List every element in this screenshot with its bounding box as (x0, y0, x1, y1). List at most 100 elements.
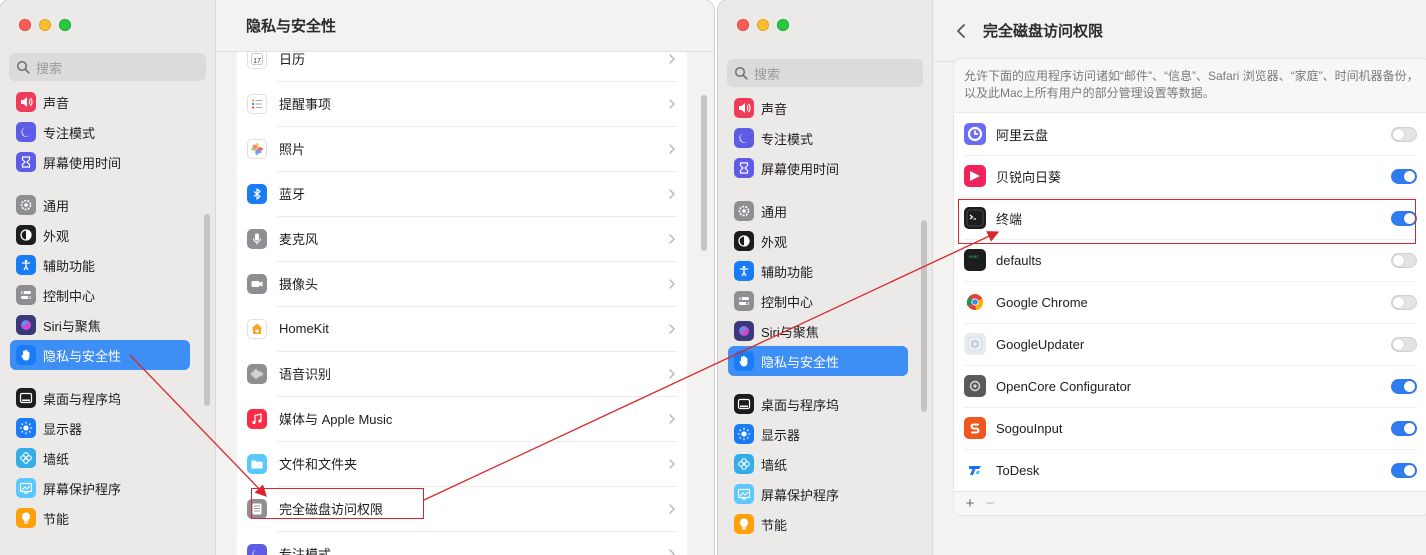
access-toggle[interactable] (1391, 252, 1417, 268)
sidebar-separator (10, 370, 190, 383)
sidebar-item-label: 墙纸 (43, 451, 70, 467)
app-row[interactable]: 阿里云盘 (954, 113, 1426, 155)
sidebar-item-label: 控制中心 (761, 294, 814, 310)
sidebar-item[interactable]: 屏幕使用时间 (728, 153, 908, 183)
row-label: 语音识别 (279, 367, 332, 382)
toggle-knob (1393, 128, 1404, 140)
access-toggle[interactable] (1391, 420, 1417, 436)
app-row[interactable]: exec defaults (954, 239, 1426, 281)
row-label: 摄像头 (279, 277, 319, 292)
zoom-button[interactable] (59, 19, 71, 31)
sidebar-item[interactable]: Siri与聚焦 (728, 316, 908, 346)
access-toggle[interactable] (1391, 210, 1417, 226)
sidebar-item[interactable]: 专注模式 (10, 117, 190, 147)
remove-button[interactable]: − (982, 495, 998, 512)
sidebar-item-label: 外观 (761, 234, 788, 250)
zoom-button[interactable] (777, 19, 789, 31)
privacy-list-row[interactable]: 麦克风 (237, 216, 687, 261)
main-scrollbar[interactable] (701, 95, 707, 251)
privacy-list-row[interactable]: 提醒事项 (237, 81, 687, 126)
sidebar-item-label: 墙纸 (761, 457, 788, 473)
privacy-list-row[interactable]: 完全磁盘访问权限 (237, 486, 687, 531)
sidebar-item[interactable]: 屏幕保护程序 (728, 479, 908, 509)
sidebar-item[interactable]: 声音 (728, 93, 908, 123)
access-toggle[interactable] (1391, 462, 1417, 478)
chevron-right-icon (669, 548, 675, 555)
search-field[interactable]: 搜索 (727, 59, 923, 87)
sidebar-item[interactable]: 屏幕使用时间 (10, 147, 190, 177)
row-label: 麦克风 (279, 232, 319, 247)
bluetooth-icon (247, 183, 267, 204)
sidebar-item[interactable]: 显示器 (10, 413, 190, 443)
sidebar-item[interactable]: 节能 (10, 503, 190, 533)
sidebar-item[interactable]: 墙纸 (728, 449, 908, 479)
sidebar-item[interactable]: 控制中心 (10, 280, 190, 310)
row-label: 媒体与 Apple Music (279, 412, 393, 427)
sidebar-item[interactable]: 墙纸 (10, 443, 190, 473)
app-name: 终端 (996, 211, 1023, 227)
privacy-list-row[interactable]: 媒体与 Apple Music (237, 396, 687, 441)
sidebar-item-label: 隐私与安全性 (761, 354, 840, 370)
sidebar-item[interactable]: 桌面与程序坞 (728, 389, 908, 419)
page-title: 隐私与安全性 (246, 18, 337, 35)
sidebar-item[interactable]: 辅助功能 (728, 256, 908, 286)
privacy-list-row[interactable]: 专注模式 (237, 531, 687, 555)
sidebar-item-label: 屏幕使用时间 (43, 155, 122, 171)
minimize-button[interactable] (757, 19, 769, 31)
add-button[interactable]: + (962, 495, 978, 512)
sidebar-scrollbar[interactable] (204, 214, 210, 406)
privacy-list-row[interactable]: 照片 (237, 126, 687, 171)
minimize-button[interactable] (39, 19, 51, 31)
siri-icon (734, 321, 754, 341)
back-button[interactable] (951, 21, 971, 41)
access-toggle[interactable] (1391, 294, 1417, 310)
add-remove-bar: + − (954, 491, 1426, 515)
sidebar-item[interactable]: 隐私与安全性 (10, 340, 190, 370)
gear-icon (734, 201, 754, 221)
sidebar-item[interactable]: 桌面与程序坞 (10, 383, 190, 413)
app-row[interactable]: GoogleUpdater (954, 323, 1426, 365)
sidebar-item[interactable]: 节能 (728, 509, 908, 539)
app-row[interactable]: Google Chrome (954, 281, 1426, 323)
privacy-list-row[interactable]: 语音识别 (237, 351, 687, 396)
sidebar-item[interactable]: 显示器 (728, 419, 908, 449)
sidebar-item[interactable]: 控制中心 (728, 286, 908, 316)
access-toggle[interactable] (1391, 378, 1417, 394)
access-toggle[interactable] (1391, 126, 1417, 142)
privacy-list-row[interactable]: 摄像头 (237, 261, 687, 306)
toolbar: 完全磁盘访问权限 (933, 0, 1426, 62)
row-label: 专注模式 (279, 547, 332, 555)
app-row[interactable]: ToDesk (954, 449, 1426, 491)
sidebar-item[interactable]: 通用 (10, 190, 190, 220)
app-name: 阿里云盘 (996, 127, 1049, 143)
privacy-list: 17 日历 提醒事项 照片 蓝牙 麦克风 摄像头 HomeKit 语音识别 媒体与 Apple M… (237, 36, 687, 555)
close-button[interactable] (19, 19, 31, 31)
sidebar-item[interactable]: 通用 (728, 196, 908, 226)
sidebar-item[interactable]: 外观 (728, 226, 908, 256)
sidebar-item[interactable]: 辅助功能 (10, 250, 190, 280)
close-button[interactable] (737, 19, 749, 31)
sidebar-item[interactable]: 外观 (10, 220, 190, 250)
sidebar-item[interactable]: 屏幕保护程序 (10, 473, 190, 503)
sidebar-scrollbar[interactable] (921, 220, 927, 412)
accessibility-icon (16, 255, 36, 275)
access-toggle[interactable] (1391, 336, 1417, 352)
app-row[interactable]: 终端 (954, 197, 1426, 239)
app-name: defaults (996, 252, 1042, 268)
access-toggle[interactable] (1391, 168, 1417, 184)
app-row[interactable]: SogouInput (954, 407, 1426, 449)
sidebar-item[interactable]: 专注模式 (728, 123, 908, 153)
row-label: HomeKit (279, 321, 329, 336)
app-row[interactable]: OpenCore Configurator (954, 365, 1426, 407)
sidebar-item[interactable]: 声音 (10, 87, 190, 117)
app-row[interactable]: 贝锐向日葵 (954, 155, 1426, 197)
sidebar-item[interactable]: 隐私与安全性 (728, 346, 908, 376)
folder-icon (247, 453, 267, 474)
search-field[interactable]: 搜索 (9, 53, 206, 81)
privacy-list-row[interactable]: 蓝牙 (237, 171, 687, 216)
screensaver-icon (16, 478, 36, 498)
row-label: 照片 (279, 142, 306, 157)
privacy-list-row[interactable]: 文件和文件夹 (237, 441, 687, 486)
sidebar-item[interactable]: Siri与聚焦 (10, 310, 190, 340)
privacy-list-row[interactable]: HomeKit (237, 306, 687, 351)
